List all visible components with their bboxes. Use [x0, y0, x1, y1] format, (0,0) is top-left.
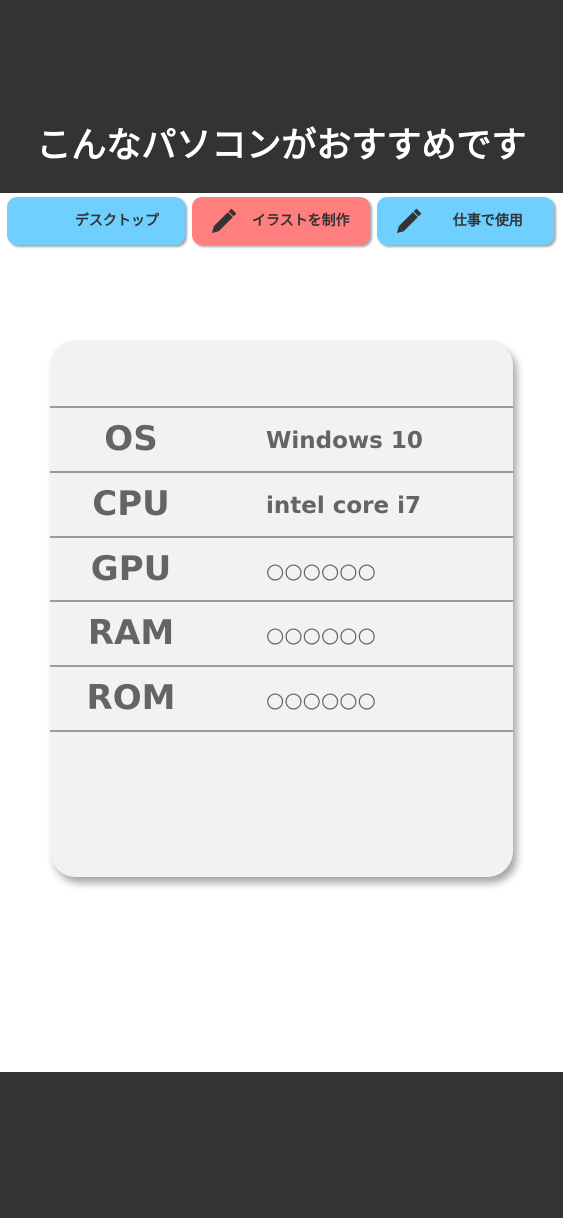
spec-label: RAM	[87, 613, 175, 653]
tab-illustration[interactable]: イラストを制作	[192, 197, 370, 245]
spec-row-os: OS Windows 10	[50, 406, 513, 471]
spec-row-gpu: GPU ○○○○○○	[50, 536, 513, 601]
spec-label: GPU	[90, 549, 172, 589]
spec-label: OS	[104, 419, 158, 459]
spec-value: ○○○○○○	[266, 688, 376, 712]
tab-desktop[interactable]: デスクトップ	[7, 197, 185, 245]
spec-value: Windows 10	[266, 428, 423, 454]
spec-row-rom: ROM ○○○○○○	[50, 665, 513, 732]
tab-work-label: 仕事で使用	[453, 213, 523, 229]
pencil-icon	[396, 208, 422, 234]
spec-value: intel core i7	[266, 493, 422, 519]
tab-desktop-label: デスクトップ	[75, 213, 159, 229]
spec-row-cpu: CPU intel core i7	[50, 471, 513, 536]
tab-illustration-label: イラストを制作	[252, 213, 350, 229]
spec-label: CPU	[92, 484, 170, 524]
pencil-icon	[211, 208, 237, 234]
tab-bar: デスクトップ イラストを制作 仕事で使用	[0, 197, 563, 249]
spec-label: ROM	[86, 678, 176, 718]
spec-value: ○○○○○○	[266, 623, 376, 647]
tab-work[interactable]: 仕事で使用	[377, 197, 554, 245]
spec-value: ○○○○○○	[266, 559, 376, 583]
spec-row-ram: RAM ○○○○○○	[50, 600, 513, 665]
header-bar: こんなパソコンがおすすめです	[0, 0, 563, 193]
page-title: こんなパソコンがおすすめです	[36, 126, 527, 166]
footer-bar	[0, 1072, 563, 1218]
spec-card: OS Windows 10 CPU intel core i7 GPU ○○○○…	[50, 340, 513, 877]
